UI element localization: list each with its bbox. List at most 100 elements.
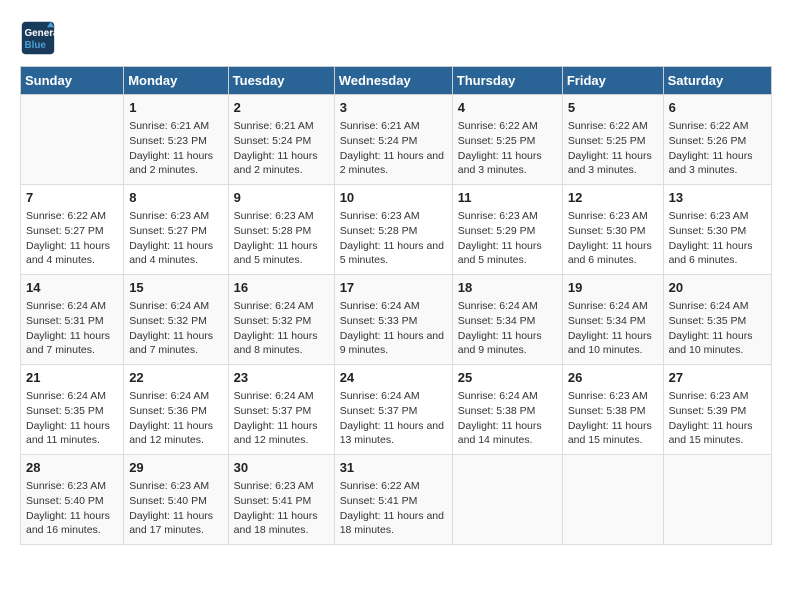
calendar-table: SundayMondayTuesdayWednesdayThursdayFrid… [20, 66, 772, 545]
day-number: 20 [669, 279, 766, 297]
cell-content: 25Sunrise: 6:24 AMSunset: 5:38 PMDayligh… [458, 369, 557, 448]
day-number: 23 [234, 369, 329, 387]
cell-content: 28Sunrise: 6:23 AMSunset: 5:40 PMDayligh… [26, 459, 118, 538]
day-number: 3 [340, 99, 447, 117]
svg-text:General: General [25, 28, 57, 39]
daylight-text: Daylight: 11 hours and 3 minutes. [568, 149, 658, 178]
day-number: 19 [568, 279, 658, 297]
page-header: General Blue [20, 20, 772, 56]
day-number: 22 [129, 369, 222, 387]
header-thursday: Thursday [452, 67, 562, 95]
sunset-text: Sunset: 5:30 PM [669, 224, 766, 239]
calendar-cell: 7Sunrise: 6:22 AMSunset: 5:27 PMDaylight… [21, 185, 124, 275]
sunset-text: Sunset: 5:27 PM [26, 224, 118, 239]
sunset-text: Sunset: 5:40 PM [26, 494, 118, 509]
sunset-text: Sunset: 5:34 PM [568, 314, 658, 329]
daylight-text: Daylight: 11 hours and 5 minutes. [458, 239, 557, 268]
sunset-text: Sunset: 5:27 PM [129, 224, 222, 239]
sunset-text: Sunset: 5:24 PM [340, 134, 447, 149]
sunrise-text: Sunrise: 6:24 AM [234, 389, 329, 404]
calendar-cell: 6Sunrise: 6:22 AMSunset: 5:26 PMDaylight… [663, 95, 771, 185]
day-number: 9 [234, 189, 329, 207]
cell-content: 1Sunrise: 6:21 AMSunset: 5:23 PMDaylight… [129, 99, 222, 178]
sunrise-text: Sunrise: 6:24 AM [458, 389, 557, 404]
sunset-text: Sunset: 5:40 PM [129, 494, 222, 509]
sunrise-text: Sunrise: 6:23 AM [340, 209, 447, 224]
daylight-text: Daylight: 11 hours and 2 minutes. [340, 149, 447, 178]
calendar-cell: 30Sunrise: 6:23 AMSunset: 5:41 PMDayligh… [228, 455, 334, 545]
cell-content: 17Sunrise: 6:24 AMSunset: 5:33 PMDayligh… [340, 279, 447, 358]
day-number: 4 [458, 99, 557, 117]
cell-content: 12Sunrise: 6:23 AMSunset: 5:30 PMDayligh… [568, 189, 658, 268]
cell-content: 18Sunrise: 6:24 AMSunset: 5:34 PMDayligh… [458, 279, 557, 358]
daylight-text: Daylight: 11 hours and 6 minutes. [669, 239, 766, 268]
daylight-text: Daylight: 11 hours and 7 minutes. [26, 329, 118, 358]
daylight-text: Daylight: 11 hours and 18 minutes. [234, 509, 329, 538]
calendar-cell: 20Sunrise: 6:24 AMSunset: 5:35 PMDayligh… [663, 275, 771, 365]
calendar-cell: 5Sunrise: 6:22 AMSunset: 5:25 PMDaylight… [562, 95, 663, 185]
sunrise-text: Sunrise: 6:24 AM [234, 299, 329, 314]
header-monday: Monday [124, 67, 228, 95]
calendar-cell [452, 455, 562, 545]
sunrise-text: Sunrise: 6:21 AM [340, 119, 447, 134]
sunrise-text: Sunrise: 6:24 AM [669, 299, 766, 314]
header-sunday: Sunday [21, 67, 124, 95]
daylight-text: Daylight: 11 hours and 15 minutes. [568, 419, 658, 448]
day-number: 28 [26, 459, 118, 477]
sunrise-text: Sunrise: 6:22 AM [568, 119, 658, 134]
cell-content: 8 Sunrise: 6:23 AMSunset: 5:27 PMDaylight… [129, 189, 222, 268]
header-friday: Friday [562, 67, 663, 95]
daylight-text: Daylight: 11 hours and 7 minutes. [129, 329, 222, 358]
day-number: 30 [234, 459, 329, 477]
cell-content: 6Sunrise: 6:22 AMSunset: 5:26 PMDaylight… [669, 99, 766, 178]
cell-content: 16Sunrise: 6:24 AMSunset: 5:32 PMDayligh… [234, 279, 329, 358]
day-number: 8 [129, 189, 222, 207]
daylight-text: Daylight: 11 hours and 5 minutes. [340, 239, 447, 268]
cell-content: 5Sunrise: 6:22 AMSunset: 5:25 PMDaylight… [568, 99, 658, 178]
sunrise-text: Sunrise: 6:23 AM [669, 389, 766, 404]
day-number: 31 [340, 459, 447, 477]
day-number: 18 [458, 279, 557, 297]
calendar-cell: 26Sunrise: 6:23 AMSunset: 5:38 PMDayligh… [562, 365, 663, 455]
sunrise-text: Sunrise: 6:24 AM [340, 299, 447, 314]
calendar-cell: 19Sunrise: 6:24 AMSunset: 5:34 PMDayligh… [562, 275, 663, 365]
cell-content: 20Sunrise: 6:24 AMSunset: 5:35 PMDayligh… [669, 279, 766, 358]
sunset-text: Sunset: 5:32 PM [129, 314, 222, 329]
cell-content: 24Sunrise: 6:24 AMSunset: 5:37 PMDayligh… [340, 369, 447, 448]
cell-content: 19Sunrise: 6:24 AMSunset: 5:34 PMDayligh… [568, 279, 658, 358]
sunset-text: Sunset: 5:35 PM [26, 404, 118, 419]
day-number: 5 [568, 99, 658, 117]
sunrise-text: Sunrise: 6:23 AM [129, 209, 222, 224]
calendar-cell: 21Sunrise: 6:24 AMSunset: 5:35 PMDayligh… [21, 365, 124, 455]
daylight-text: Daylight: 11 hours and 10 minutes. [669, 329, 766, 358]
calendar-cell: 14Sunrise: 6:24 AMSunset: 5:31 PMDayligh… [21, 275, 124, 365]
day-number: 17 [340, 279, 447, 297]
day-number: 26 [568, 369, 658, 387]
day-number: 6 [669, 99, 766, 117]
daylight-text: Daylight: 11 hours and 11 minutes. [26, 419, 118, 448]
calendar-week-row: 28 Sunrise: 6:23 AM Sunset: 5:40 PM Dayligh… [21, 455, 772, 545]
daylight-text: Daylight: 11 hours and 15 minutes. [669, 419, 766, 448]
calendar-header-row: SundayMondayTuesdayWednesdayThursdayFrid… [21, 67, 772, 95]
cell-content: 26Sunrise: 6:23 AMSunset: 5:38 PMDayligh… [568, 369, 658, 448]
sunset-text: Sunset: 5:32 PM [234, 314, 329, 329]
day-number: 1 [129, 99, 222, 117]
daylight-text: Daylight: 11 hours and 18 minutes. [340, 509, 447, 538]
cell-content: 4Sunrise: 6:22 AMSunset: 5:25 PMDaylight… [458, 99, 557, 178]
sunset-text: Sunset: 5:23 PM [129, 134, 222, 149]
sunset-text: Sunset: 5:34 PM [458, 314, 557, 329]
calendar-cell: 25Sunrise: 6:24 AMSunset: 5:38 PMDayligh… [452, 365, 562, 455]
sunset-text: Sunset: 5:28 PM [340, 224, 447, 239]
sunrise-text: Sunrise: 6:24 AM [340, 389, 447, 404]
calendar-cell: 13Sunrise: 6:23 AMSunset: 5:30 PMDayligh… [663, 185, 771, 275]
cell-content: 11Sunrise: 6:23 AMSunset: 5:29 PMDayligh… [458, 189, 557, 268]
daylight-text: Daylight: 11 hours and 4 minutes. [129, 239, 222, 268]
sunrise-text: Sunrise: 6:23 AM [234, 479, 329, 494]
sunset-text: Sunset: 5:30 PM [568, 224, 658, 239]
calendar-cell: 11Sunrise: 6:23 AMSunset: 5:29 PMDayligh… [452, 185, 562, 275]
cell-content: 23Sunrise: 6:24 AMSunset: 5:37 PMDayligh… [234, 369, 329, 448]
cell-content: 14Sunrise: 6:24 AMSunset: 5:31 PMDayligh… [26, 279, 118, 358]
sunrise-text: Sunrise: 6:24 AM [129, 389, 222, 404]
daylight-text: Daylight: 11 hours and 9 minutes. [458, 329, 557, 358]
sunrise-text: Sunrise: 6:22 AM [340, 479, 447, 494]
